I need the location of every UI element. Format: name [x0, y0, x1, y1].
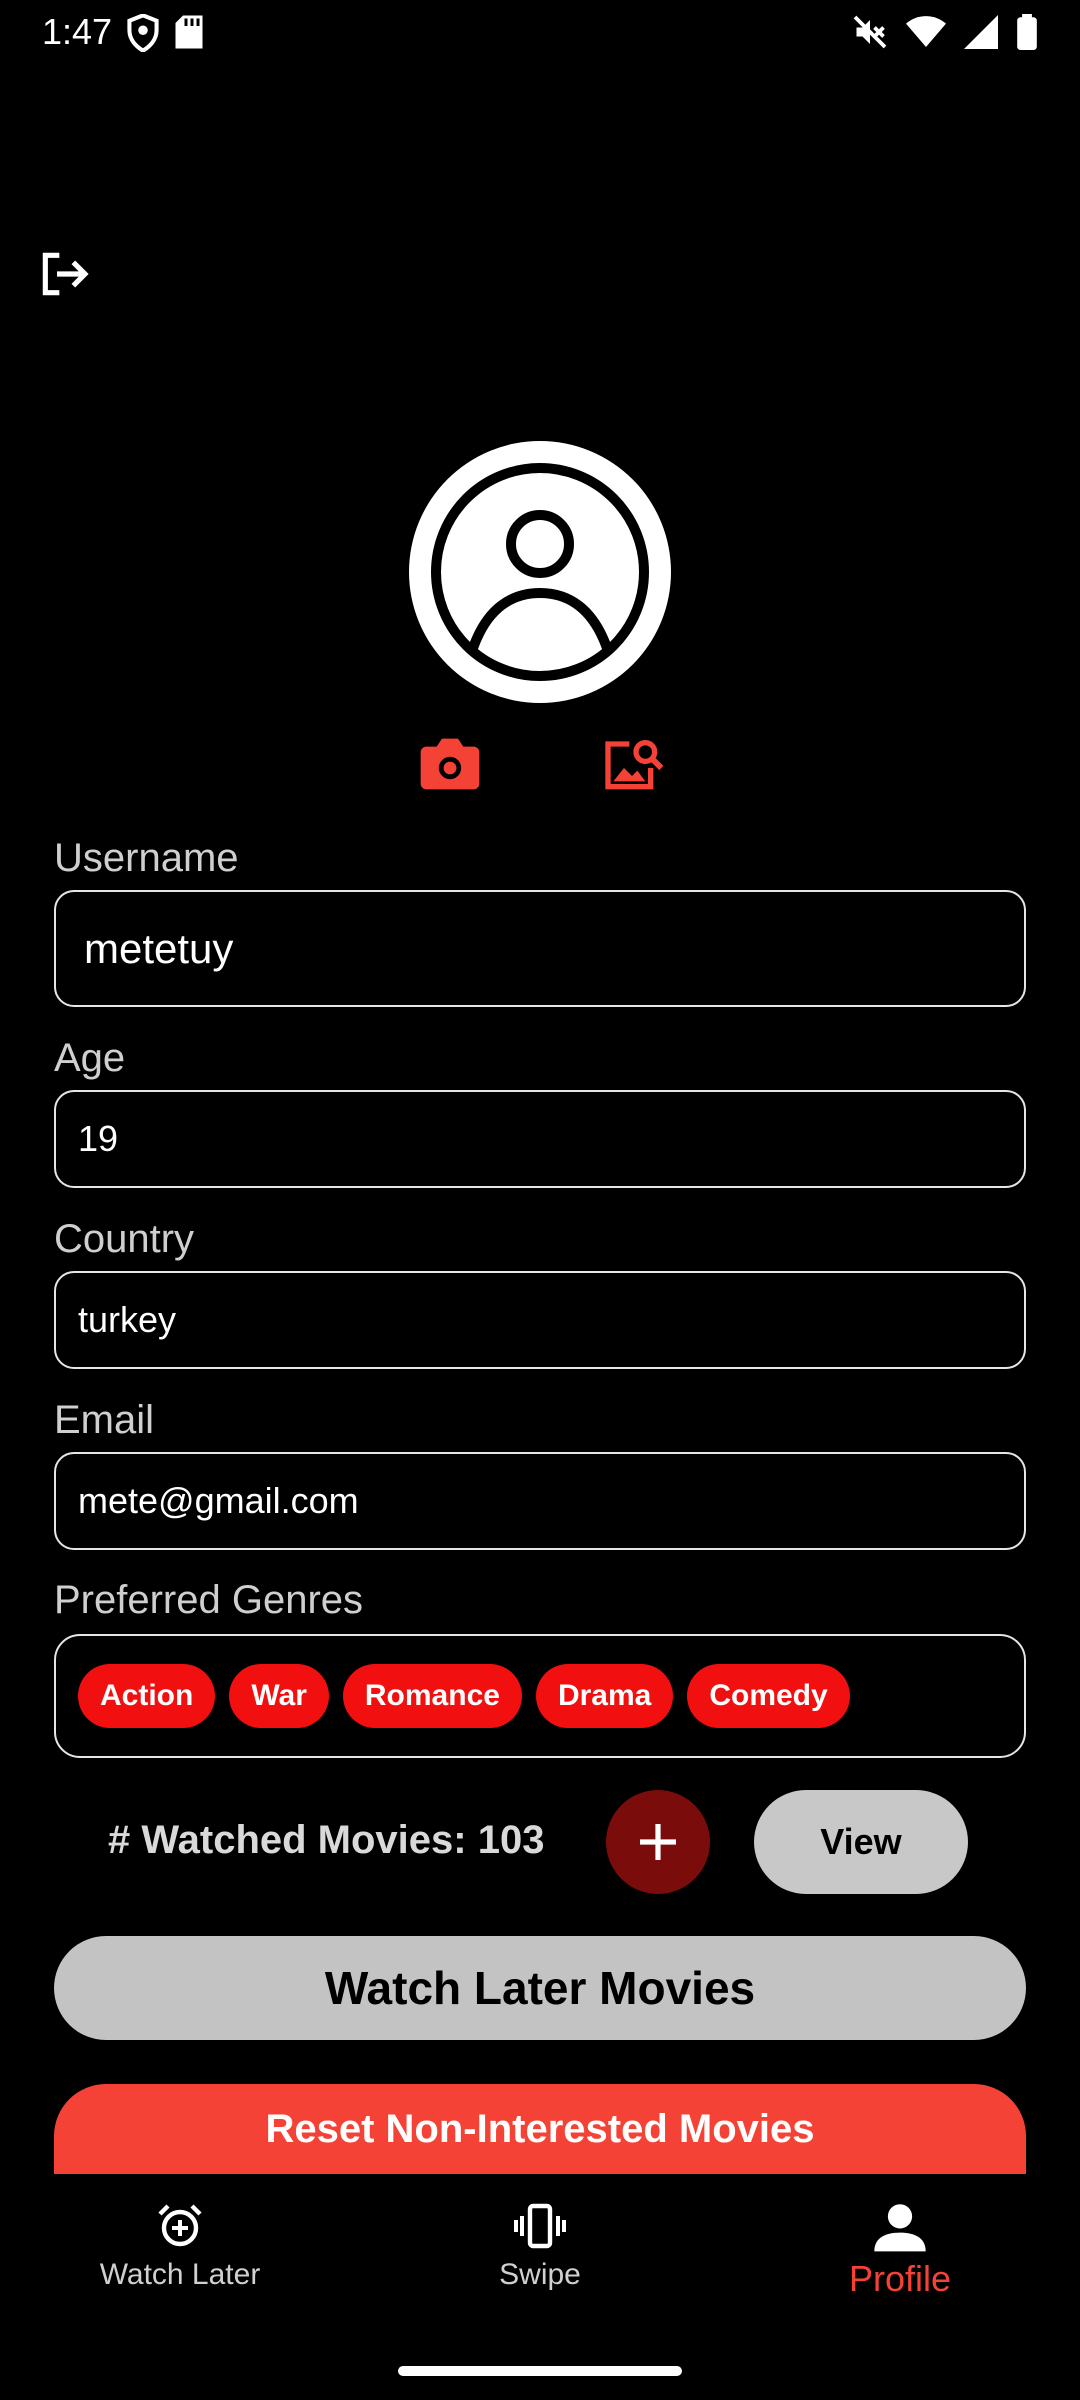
age-label: Age [54, 1036, 126, 1080]
username-label: Username [54, 836, 239, 880]
watched-movies-count: # Watched Movies: 103 [108, 1818, 545, 1862]
alarm-add-icon [158, 2204, 202, 2247]
avatar[interactable] [409, 441, 671, 703]
sd-card-icon [175, 15, 203, 49]
nav-label: Swipe [499, 2258, 581, 2291]
signal-icon [964, 15, 998, 49]
image-search-icon [605, 740, 664, 790]
email-field[interactable]: mete@gmail.com [54, 1452, 1026, 1550]
add-watched-button[interactable] [606, 1790, 710, 1894]
account-circle-icon [431, 463, 649, 681]
logout-icon [42, 252, 89, 296]
logout-button[interactable] [36, 246, 92, 302]
plus-icon [640, 1824, 676, 1860]
age-value: 19 [78, 1118, 119, 1159]
username-value: metetuy [84, 924, 234, 972]
nav-label: Profile [848, 2258, 952, 2299]
home-indicator[interactable] [398, 2366, 682, 2376]
battery-icon [1017, 14, 1037, 50]
nav-label: Watch Later [99, 2258, 261, 2291]
username-field[interactable]: metetuy [54, 890, 1026, 1007]
vibration-icon [514, 2203, 566, 2249]
wifi-icon [906, 16, 946, 47]
genre-chip[interactable]: Action [78, 1664, 216, 1728]
status-time: 1:47 [42, 11, 113, 52]
reset-non-interested-button[interactable]: Reset Non-Interested Movies [54, 2084, 1026, 2174]
genre-chip[interactable]: Romance [342, 1664, 522, 1728]
camera-icon [420, 738, 480, 790]
genre-chip[interactable]: Drama [535, 1664, 674, 1728]
age-field[interactable]: 19 [54, 1090, 1026, 1188]
gallery-button[interactable] [600, 736, 664, 792]
nav-item-watch-later[interactable]: Watch Later [30, 2202, 330, 2332]
nav-item-swipe[interactable]: Swipe [390, 2202, 690, 2332]
genres-field[interactable]: Action War Romance Drama Comedy [54, 1634, 1026, 1758]
country-value: turkey [78, 1299, 177, 1340]
nav-item-profile[interactable]: Profile [750, 2202, 1050, 2332]
status-bar: 1:47 [0, 0, 1080, 64]
shield-icon [127, 14, 159, 52]
genre-chip[interactable]: Comedy [687, 1664, 850, 1728]
person-icon [874, 2204, 926, 2252]
email-value: mete@gmail.com [78, 1480, 359, 1521]
mute-icon [853, 15, 887, 49]
country-field[interactable]: turkey [54, 1271, 1026, 1369]
genre-chip[interactable]: War [229, 1664, 329, 1728]
view-watched-button[interactable]: View [754, 1790, 968, 1894]
watch-later-movies-button[interactable]: Watch Later Movies [54, 1936, 1026, 2040]
country-label: Country [54, 1217, 195, 1261]
photo-actions [418, 736, 668, 796]
genres-label: Preferred Genres [54, 1578, 364, 1622]
camera-button[interactable] [418, 736, 482, 792]
email-label: Email [54, 1398, 155, 1442]
